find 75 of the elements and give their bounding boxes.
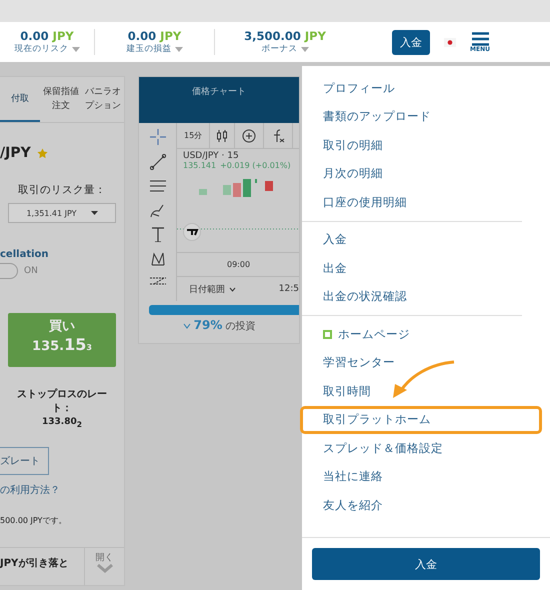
caret-icon [174, 46, 182, 52]
stop-loss-value: 133.80$_{2}$ [42, 417, 82, 429]
menu-item[interactable]: 入金 [302, 226, 522, 254]
menu-item[interactable]: 書類のアップロード [302, 102, 522, 131]
risk-label: 取引のリスク量： [18, 183, 106, 197]
time-label: 09:00 [227, 260, 250, 269]
square-icon [323, 330, 332, 339]
flag-icon[interactable] [444, 38, 456, 46]
chevron-icon [229, 286, 236, 292]
stat-label[interactable]: ボーナス [262, 43, 298, 55]
caret-icon [90, 211, 98, 215]
chart-title: 価格チャート [192, 86, 246, 99]
caret-icon [72, 46, 80, 52]
line-icon[interactable] [150, 154, 166, 170]
help-link[interactable]: の利用方法？ [0, 482, 60, 497]
menu-item[interactable]: 学習センター [302, 348, 522, 377]
chart-symbol: USD/JPY · 15 [183, 151, 240, 161]
star-icon[interactable] [36, 148, 48, 158]
candles-icon[interactable] [217, 128, 228, 142]
stat-label[interactable]: 建玉の損益 [126, 43, 172, 55]
deposit-button[interactable]: 入金 [312, 548, 540, 580]
currency-pair: /JPY [0, 145, 31, 161]
function-icon[interactable] [271, 128, 286, 142]
sentiment-value: 79% [194, 318, 222, 332]
menu-item[interactable]: 出金の状況確認 [302, 282, 522, 311]
text-icon[interactable] [150, 227, 164, 242]
menu-item[interactable]: ホームページ [302, 320, 522, 348]
menu-item[interactable]: スプレッド＆価格設定 [302, 434, 522, 462]
risk-dropdown[interactable]: 1,351.41 JPY [8, 203, 116, 223]
toggle-state: ON [24, 266, 38, 276]
pattern-icon[interactable] [150, 251, 166, 267]
time-value: 12:5 [278, 284, 299, 294]
menu-icon[interactable] [472, 32, 489, 46]
candle [233, 183, 241, 197]
stat-value: 0.00 JPY [128, 29, 182, 43]
quote-price: 135.141 [183, 161, 216, 170]
sentiment-text: の投資 [225, 320, 256, 333]
menu-item[interactable]: 月次の明細 [302, 160, 522, 188]
tab[interactable]: バニラオプション [82, 77, 124, 122]
candle [199, 189, 207, 195]
stat-value: 3,500.00 JPY [244, 29, 326, 43]
chart-logo-icon [183, 223, 201, 241]
menu-item[interactable]: 取引の明細 [302, 131, 522, 160]
menu-item[interactable]: 取引プラットホーム [300, 406, 542, 434]
tab[interactable]: 付取 [0, 77, 40, 122]
menu-item[interactable]: 当社に連絡 [302, 462, 522, 491]
menu-item[interactable]: 友人を紹介 [302, 491, 522, 520]
menu-item[interactable]: 口座の使用明細 [302, 188, 522, 216]
rate-button[interactable]: ズレート [0, 446, 49, 475]
candle [265, 181, 273, 191]
stat-label[interactable]: 現在のリスク [14, 43, 68, 55]
note-text: 500.00 JPYです。 [0, 514, 66, 526]
option-label: cellation [0, 249, 49, 260]
toggle-switch[interactable] [0, 263, 18, 279]
stat-value: 0.00 JPY [20, 29, 74, 43]
interval-button[interactable]: 15分 [177, 123, 210, 148]
expand-button[interactable]: 開く [84, 548, 124, 585]
crosshair-icon[interactable] [150, 129, 166, 145]
date-range-button[interactable]: 日付範囲 [189, 282, 236, 296]
ruler-icon[interactable] [150, 276, 166, 286]
stop-loss-label: ストップロスのレート： [16, 387, 108, 415]
quote-change: +0.019 (+0.01%) [220, 161, 291, 170]
chevron-icon [96, 564, 112, 573]
caret-icon [300, 46, 308, 52]
menu-item[interactable]: 出金 [302, 254, 522, 282]
menu-item[interactable]: 取引時間 [302, 377, 522, 406]
candle [243, 179, 251, 197]
lines-icon[interactable] [150, 179, 166, 193]
menu-item[interactable]: プロフィール [302, 74, 522, 102]
chevron-icon [182, 323, 191, 329]
candle [223, 185, 231, 195]
plus-icon[interactable] [242, 128, 256, 142]
tab[interactable]: 保留指値注文 [40, 77, 82, 122]
deposit-button[interactable]: 入金 [392, 30, 430, 54]
brush-icon[interactable] [150, 202, 166, 218]
